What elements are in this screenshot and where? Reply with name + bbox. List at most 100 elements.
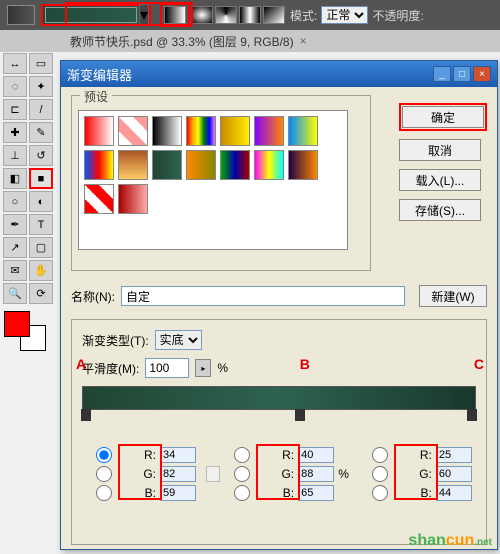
save-button[interactable]: 存储(S)... [399, 199, 481, 221]
radial-gradient-button[interactable] [191, 6, 213, 24]
maximize-button[interactable]: □ [453, 66, 471, 82]
preset-swatch[interactable] [118, 184, 148, 214]
input-g-a[interactable] [160, 466, 196, 482]
preset-swatch[interactable] [118, 116, 148, 146]
radio-g-b[interactable] [224, 466, 260, 482]
document-tab[interactable]: 教师节快乐.psd @ 33.3% (图层 9, RGB/8) × [0, 30, 500, 52]
radio-g-c[interactable] [362, 466, 398, 482]
color-swatches[interactable] [2, 309, 52, 353]
shape-tool[interactable]: ▢ [29, 237, 53, 258]
dialog-title-text: 渐变编辑器 [67, 65, 132, 84]
preset-grid[interactable] [78, 110, 348, 250]
cancel-button[interactable]: 取消 [399, 139, 481, 161]
input-r-a[interactable] [160, 447, 196, 463]
lasso-tool[interactable]: ◌ [3, 76, 27, 97]
stop-label-b: B [300, 356, 310, 372]
stop-label-c: C [474, 356, 484, 372]
eraser-tool[interactable]: ◧ [3, 168, 27, 189]
presets-label: 预设 [80, 88, 112, 105]
preset-swatch[interactable] [254, 116, 284, 146]
input-b-b[interactable] [298, 485, 334, 501]
smoothness-label: 平滑度(M): [82, 360, 139, 377]
input-b-c[interactable] [436, 485, 472, 501]
eyedropper-tool[interactable]: / [29, 99, 53, 120]
tool-preset-swatch[interactable] [7, 5, 35, 25]
reflected-gradient-button[interactable] [239, 6, 261, 24]
history-brush-tool[interactable]: ↺ [29, 145, 53, 166]
radio-r-b[interactable] [224, 447, 260, 463]
rgb-values-row: R: G: B: R: G: B: % R: G: B: [82, 444, 476, 504]
type-tool[interactable]: T [29, 214, 53, 235]
gradient-bar[interactable] [82, 386, 476, 410]
preset-swatch[interactable] [254, 150, 284, 180]
dialog-titlebar[interactable]: 渐变编辑器 _ □ × [61, 61, 497, 87]
radio-r-a[interactable] [86, 447, 122, 463]
brush-tool[interactable]: ✎ [29, 122, 53, 143]
angle-gradient-button[interactable] [215, 6, 237, 24]
radio-b-b[interactable] [224, 485, 260, 501]
highlight-ok: 确定 [399, 103, 487, 131]
preset-swatch[interactable] [118, 150, 148, 180]
smoothness-input[interactable] [145, 358, 189, 378]
minimize-button[interactable]: _ [433, 66, 451, 82]
percent-label: % [217, 361, 228, 375]
move-tool[interactable]: ↔ [3, 53, 27, 74]
preset-swatch[interactable] [84, 150, 114, 180]
preset-swatch[interactable] [186, 150, 216, 180]
close-tab-icon[interactable]: × [300, 34, 307, 48]
blend-mode-select[interactable]: 正常 [321, 6, 368, 24]
preset-swatch[interactable] [220, 150, 250, 180]
blur-tool[interactable]: ○ [3, 191, 27, 212]
crop-tool[interactable]: ⊏ [3, 99, 27, 120]
input-g-c[interactable] [436, 466, 472, 482]
type-select[interactable]: 实底 [155, 330, 202, 350]
input-b-a[interactable] [160, 485, 196, 501]
preset-swatch[interactable] [152, 116, 182, 146]
rotate-view-tool[interactable]: ⟳ [29, 283, 53, 304]
pen-tool[interactable]: ✒ [3, 214, 27, 235]
rgb-col-b: R: G: B: [220, 444, 338, 504]
preset-swatch[interactable] [288, 150, 318, 180]
radio-r-c[interactable] [362, 447, 398, 463]
hand-tool[interactable]: ✋ [29, 260, 53, 281]
radio-b-c[interactable] [362, 485, 398, 501]
close-button[interactable]: × [473, 66, 491, 82]
color-stop-c[interactable] [467, 409, 477, 421]
preset-swatch[interactable] [186, 116, 216, 146]
marquee-tool[interactable]: ▭ [29, 53, 53, 74]
preset-swatch[interactable] [84, 116, 114, 146]
path-tool[interactable]: ↗ [3, 237, 27, 258]
new-button[interactable]: 新建(W) [419, 285, 487, 307]
input-r-b[interactable] [298, 447, 334, 463]
blend-mode-label: 模式: [290, 7, 317, 24]
radio-b-a[interactable] [86, 485, 122, 501]
preset-swatch[interactable] [220, 116, 250, 146]
heal-tool[interactable]: ✚ [3, 122, 27, 143]
gradient-tool[interactable]: ■ [29, 168, 53, 189]
zoom-tool[interactable]: 🔍 [3, 283, 27, 304]
preset-swatch[interactable] [84, 184, 114, 214]
opacity-label: 不透明度: [372, 7, 423, 24]
diamond-gradient-button[interactable] [263, 6, 285, 24]
stop-label-a: A [76, 356, 86, 372]
color-stop-b[interactable] [295, 409, 305, 421]
stamp-tool[interactable]: ⊥ [3, 145, 27, 166]
input-r-c[interactable] [436, 447, 472, 463]
smoothness-stepper[interactable]: ▸ [195, 359, 211, 377]
notes-tool[interactable]: ✉ [3, 260, 27, 281]
preset-swatch[interactable] [288, 116, 318, 146]
options-bar: ▾ 模式: 正常 不透明度: [0, 0, 500, 30]
dodge-tool[interactable]: ◐ [29, 191, 53, 212]
input-g-b[interactable] [298, 466, 334, 482]
name-input[interactable] [121, 286, 405, 306]
load-button[interactable]: 载入(L)... [399, 169, 481, 191]
preset-swatch[interactable] [152, 150, 182, 180]
wand-tool[interactable]: ✦ [29, 76, 53, 97]
color-stop-a[interactable] [81, 409, 91, 421]
pct-box-1 [206, 466, 220, 482]
ok-button[interactable]: 确定 [402, 106, 484, 128]
radio-g-a[interactable] [86, 466, 122, 482]
gradient-preview-dropdown[interactable]: ▾ [41, 4, 151, 26]
foreground-color[interactable] [4, 311, 30, 337]
linear-gradient-button[interactable] [164, 6, 186, 24]
